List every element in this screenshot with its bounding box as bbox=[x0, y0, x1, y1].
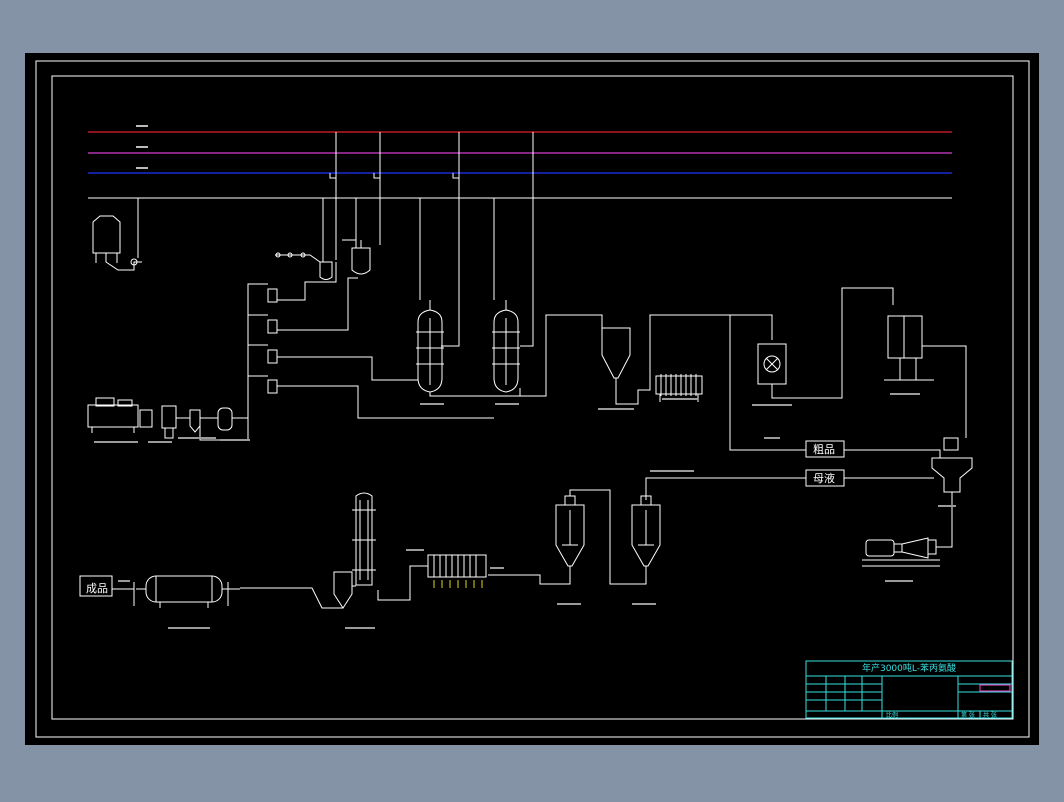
utility-tag-magenta bbox=[136, 146, 148, 148]
final-product-label: 成品 bbox=[86, 582, 108, 595]
drawing-sheet bbox=[25, 53, 1039, 745]
scale-label: 比例 bbox=[886, 711, 898, 719]
cad-drawing-window: 成品 粗品 母液 年产3000吨L-苯丙氨酸 比例 第 张 共 张 bbox=[0, 0, 1064, 798]
total-label: 共 张 bbox=[983, 711, 997, 719]
utility-tag-blue bbox=[136, 167, 148, 169]
process-flow-diagram: 成品 粗品 母液 年产3000吨L-苯丙氨酸 比例 第 张 共 张 bbox=[25, 53, 1039, 745]
sheet-label: 第 张 bbox=[961, 711, 975, 719]
utility-tag-red bbox=[136, 125, 148, 127]
crude-product-label: 粗品 bbox=[813, 443, 835, 456]
mother-liquor-label: 母液 bbox=[813, 471, 835, 485]
drawing-title: 年产3000吨L-苯丙氨酸 bbox=[862, 662, 956, 674]
